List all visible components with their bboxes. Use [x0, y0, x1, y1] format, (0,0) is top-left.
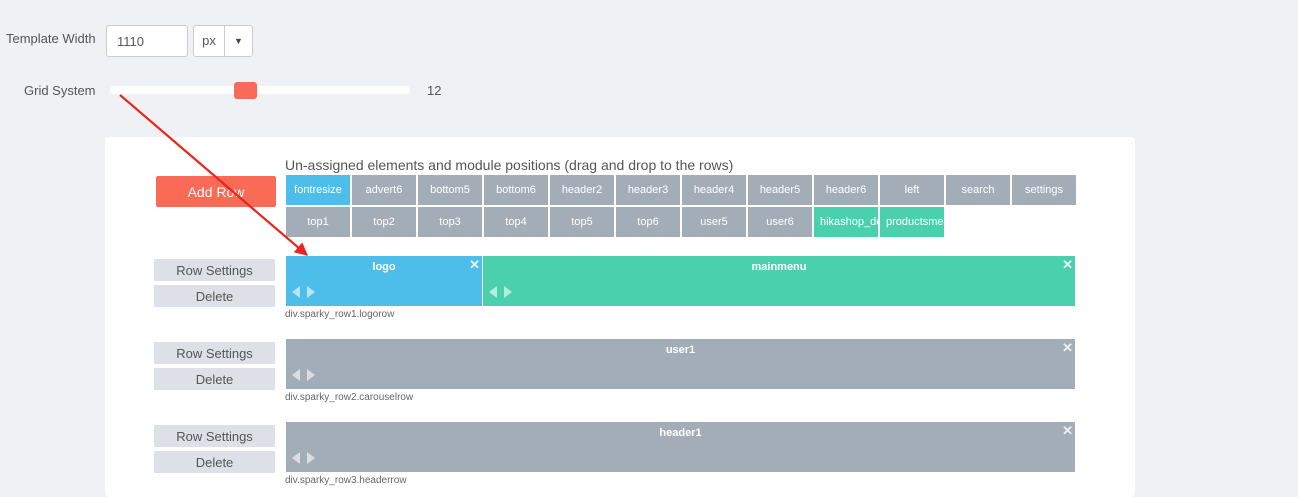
annotation-arrow [119, 94, 309, 256]
